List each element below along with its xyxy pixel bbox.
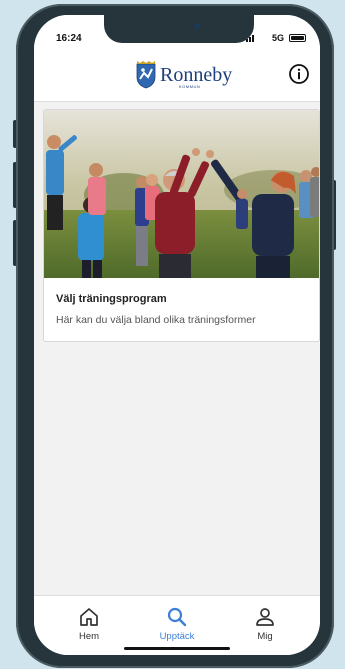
nav-label-discover: Upptäck bbox=[159, 631, 195, 642]
app-header: Ronneby KOMMUN bbox=[34, 49, 320, 102]
person-icon bbox=[256, 608, 274, 626]
nav-label-me: Mig bbox=[257, 631, 273, 642]
network-label: 5G bbox=[271, 33, 284, 43]
search-icon bbox=[167, 607, 187, 627]
phone-screen: 16:24 5G Ronneby KOMMUN Välj träningspro… bbox=[34, 15, 320, 655]
nav-label-home: Hem bbox=[78, 631, 100, 642]
nav-item-home[interactable]: Hem bbox=[54, 606, 124, 642]
notch bbox=[104, 15, 254, 43]
home-indicator[interactable] bbox=[124, 647, 230, 650]
training-program-card[interactable]: Välj träningsprogram Här kan du välja bl… bbox=[43, 109, 320, 342]
training-group-photo bbox=[44, 110, 319, 278]
nav-item-me[interactable]: Mig bbox=[230, 606, 300, 642]
coat-of-arms-icon bbox=[136, 61, 156, 89]
card-description: Här kan du välja bland olika träningsfor… bbox=[56, 314, 256, 326]
logo-subtext: KOMMUN bbox=[179, 84, 201, 89]
home-icon bbox=[80, 608, 98, 626]
logo-text: Ronneby bbox=[160, 64, 233, 86]
battery-icon bbox=[289, 34, 306, 42]
nav-item-discover[interactable]: Upptäck bbox=[142, 606, 212, 642]
ronneby-logo: Ronneby KOMMUN bbox=[136, 59, 232, 91]
bottom-navigation: Hem Upptäck Mig bbox=[34, 595, 320, 655]
camera-icon bbox=[194, 23, 200, 29]
status-time: 16:24 bbox=[56, 33, 82, 44]
card-title: Välj träningsprogram bbox=[56, 293, 167, 305]
info-icon[interactable] bbox=[288, 63, 310, 85]
